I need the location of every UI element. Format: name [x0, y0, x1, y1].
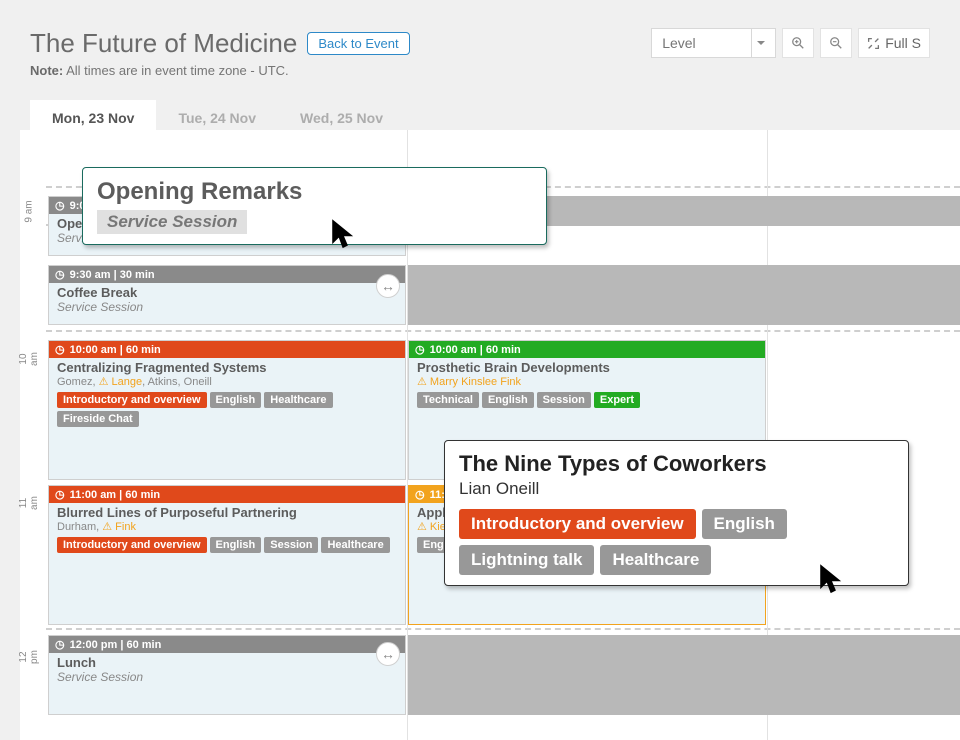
hour-label: 9 am: [24, 199, 35, 225]
session-lunch[interactable]: 12:00 pm | 60 min Lunch Service Session: [48, 635, 406, 715]
tag: Healthcare: [321, 537, 389, 553]
tag: Session: [264, 537, 318, 553]
tag: Fireside Chat: [57, 411, 139, 427]
expand-icon: [867, 37, 880, 50]
tag: Healthcare: [600, 545, 711, 575]
level-select-label: Level: [662, 35, 695, 51]
tag: English: [210, 392, 262, 408]
session-coffee[interactable]: 9:30 am | 30 min Coffee Break Service Se…: [48, 265, 406, 325]
tooltip-title: Opening Remarks: [97, 178, 532, 206]
fullscreen-button[interactable]: Full S: [858, 28, 930, 58]
session-blurred[interactable]: 11:00 am | 60 min Blurred Lines of Purpo…: [48, 485, 406, 625]
zoom-in-icon: [791, 36, 805, 50]
tag: English: [210, 537, 262, 553]
clock-icon: [55, 199, 65, 212]
tooltip-subtitle: Service Session: [97, 210, 247, 234]
session-tooltip: The Nine Types of Coworkers Lian Oneill …: [444, 440, 909, 586]
drag-handle-icon[interactable]: ↔: [376, 274, 400, 298]
tag: English: [702, 509, 787, 539]
hour-label: 12 pm: [18, 644, 40, 670]
clock-icon: [415, 343, 425, 356]
level-select[interactable]: Level: [651, 28, 776, 58]
session-tooltip: Opening Remarks Service Session: [82, 167, 547, 245]
tooltip-title: The Nine Types of Coworkers: [459, 451, 894, 477]
timezone-note: Note: All times are in event time zone -…: [30, 63, 410, 78]
session-blocked: [408, 635, 960, 715]
clock-icon: [55, 638, 65, 651]
tag: Introductory and overview: [459, 509, 696, 539]
clock-icon: [55, 343, 65, 356]
hour-label: 10 am: [18, 346, 40, 372]
zoom-in-button[interactable]: [782, 28, 814, 58]
tag: Technical: [417, 392, 479, 408]
zoom-out-icon: [829, 36, 843, 50]
drag-handle-icon[interactable]: ↔: [376, 642, 400, 666]
clock-icon: [415, 488, 425, 501]
tag: Introductory and overview: [57, 537, 207, 553]
caret-down-icon: [751, 29, 769, 57]
session-centralizing[interactable]: 10:00 am | 60 min Centralizing Fragmente…: [48, 340, 406, 480]
zoom-out-button[interactable]: [820, 28, 852, 58]
tag: Introductory and overview: [57, 392, 207, 408]
tooltip-presenter: Lian Oneill: [459, 479, 894, 499]
hour-label: 11 am: [18, 490, 40, 516]
tag: Healthcare: [264, 392, 332, 408]
tag: English: [482, 392, 534, 408]
clock-icon: [55, 268, 65, 281]
tag: Session: [537, 392, 591, 408]
back-to-event-button[interactable]: Back to Event: [307, 32, 409, 55]
page-title: The Future of Medicine: [30, 28, 297, 59]
session-blocked: [408, 265, 960, 325]
tag: Expert: [594, 392, 640, 408]
tag: Lightning talk: [459, 545, 594, 575]
clock-icon: [55, 488, 65, 501]
